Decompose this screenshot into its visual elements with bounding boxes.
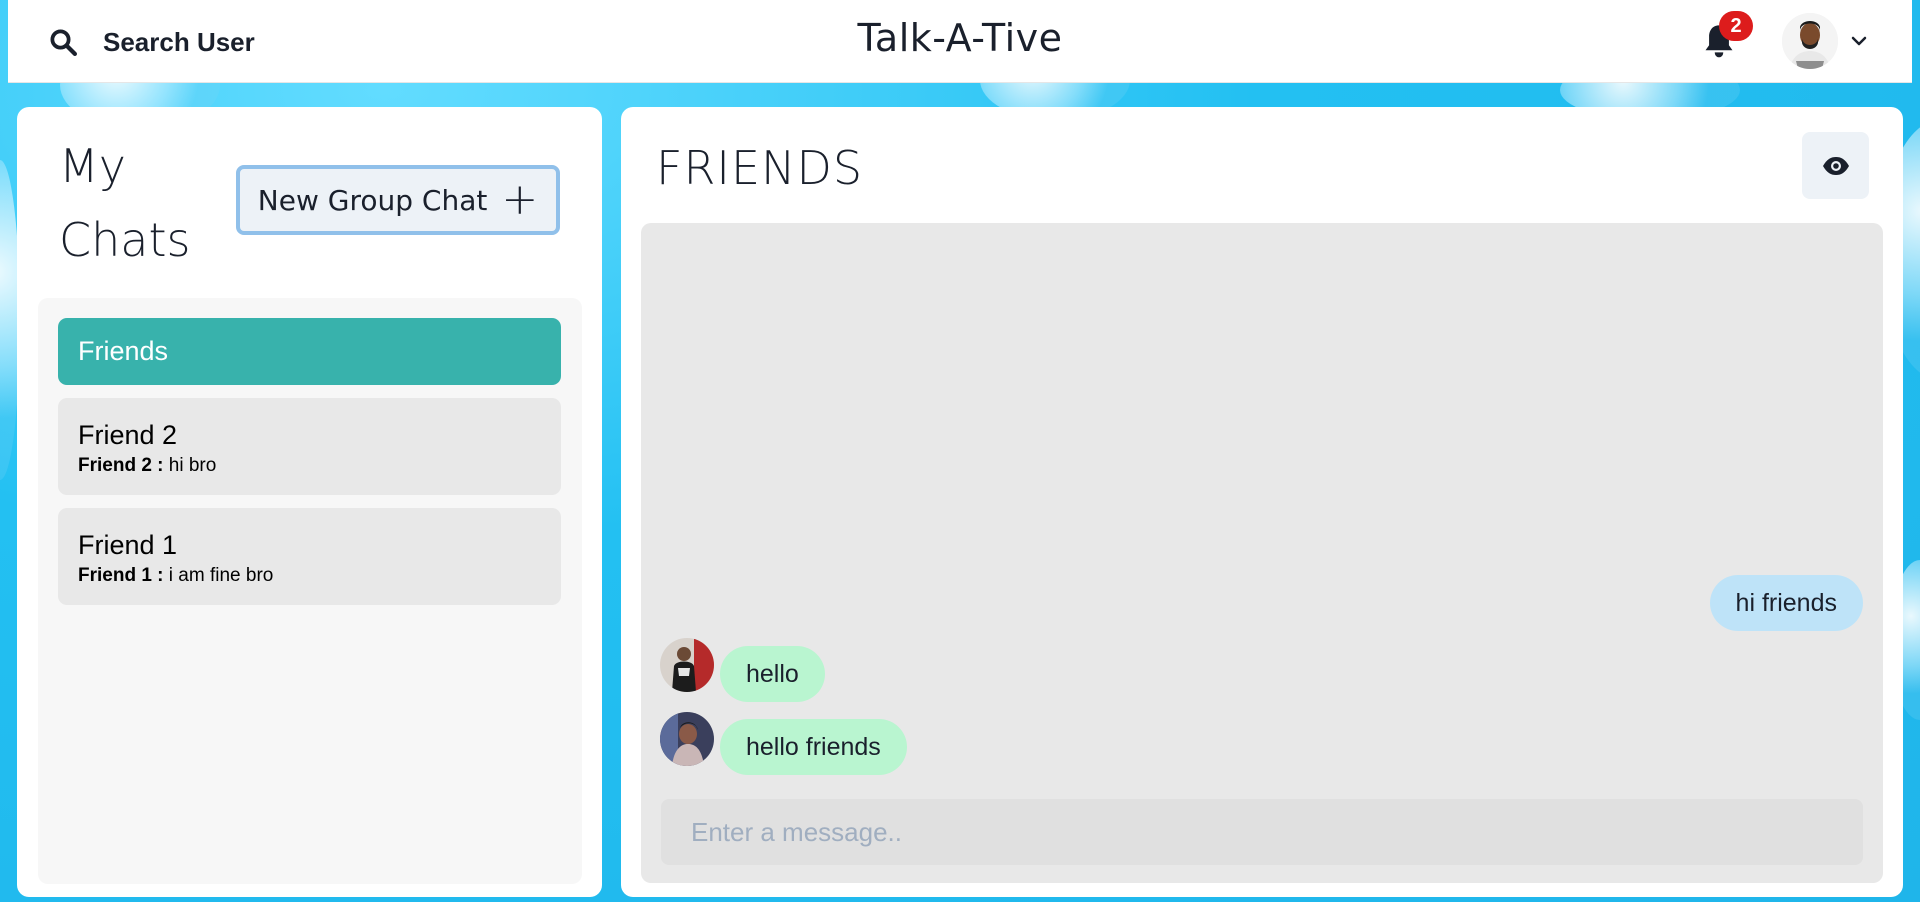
- app-title: Talk-A-Tive: [857, 16, 1063, 60]
- sender-avatar-icon: [660, 638, 714, 692]
- my-chats-panel: My Chats New Group Chat + Friends Friend…: [17, 107, 602, 897]
- latest-message-text: hi bro: [168, 455, 217, 476]
- latest-message-sender: Friend 1 :: [78, 565, 164, 586]
- avatar[interactable]: [660, 712, 714, 766]
- new-group-chat-button[interactable]: New Group Chat +: [236, 165, 560, 235]
- chat-item-name: Friend 1: [78, 530, 178, 560]
- notification-badge: 2: [1719, 11, 1753, 41]
- avatar: [1782, 13, 1838, 69]
- chat-item-latest-message: Friend 2 : hi bro: [78, 452, 561, 480]
- plus-icon: +: [501, 174, 539, 225]
- message-bubble-received: hello friends: [720, 719, 907, 775]
- message-bubble-sent: hi friends: [1709, 575, 1863, 631]
- chat-item-friends[interactable]: Friends: [58, 318, 561, 385]
- eye-icon: [1822, 156, 1849, 175]
- chat-title: FRIENDS: [656, 141, 864, 195]
- chat-panel: FRIENDS hi friends hello hello friends E…: [621, 107, 1903, 897]
- latest-message-sender: Friend 2 :: [78, 455, 164, 476]
- top-bar: Search User Talk-A-Tive 2: [8, 0, 1912, 83]
- avatar[interactable]: [660, 638, 714, 692]
- sender-avatar-icon: [660, 712, 714, 766]
- new-group-chat-label: New Group Chat: [257, 183, 488, 217]
- latest-message-text: i am fine bro: [168, 565, 274, 586]
- chat-item-friend-2[interactable]: Friend 2 Friend 2 : hi bro: [58, 398, 561, 495]
- message-area: hi friends hello hello friends: [641, 223, 1883, 883]
- message-bubble-received: hello: [720, 646, 825, 702]
- chevron-down-icon: [1851, 36, 1867, 46]
- chat-item-latest-message: Friend 1 : i am fine bro: [78, 562, 561, 590]
- chat-item-friend-1[interactable]: Friend 1 Friend 1 : i am fine bro: [58, 508, 561, 605]
- my-chats-title: My Chats: [59, 139, 191, 267]
- message-input[interactable]: [661, 799, 1863, 865]
- chat-item-name: Friend 2: [78, 420, 178, 450]
- user-avatar-icon: [1782, 13, 1838, 69]
- profile-menu-button[interactable]: [1782, 12, 1882, 70]
- chat-list: Friends Friend 2 Friend 2 : hi bro Frien…: [38, 298, 582, 884]
- chat-item-name: Friends: [78, 336, 169, 366]
- view-group-button[interactable]: [1802, 132, 1869, 199]
